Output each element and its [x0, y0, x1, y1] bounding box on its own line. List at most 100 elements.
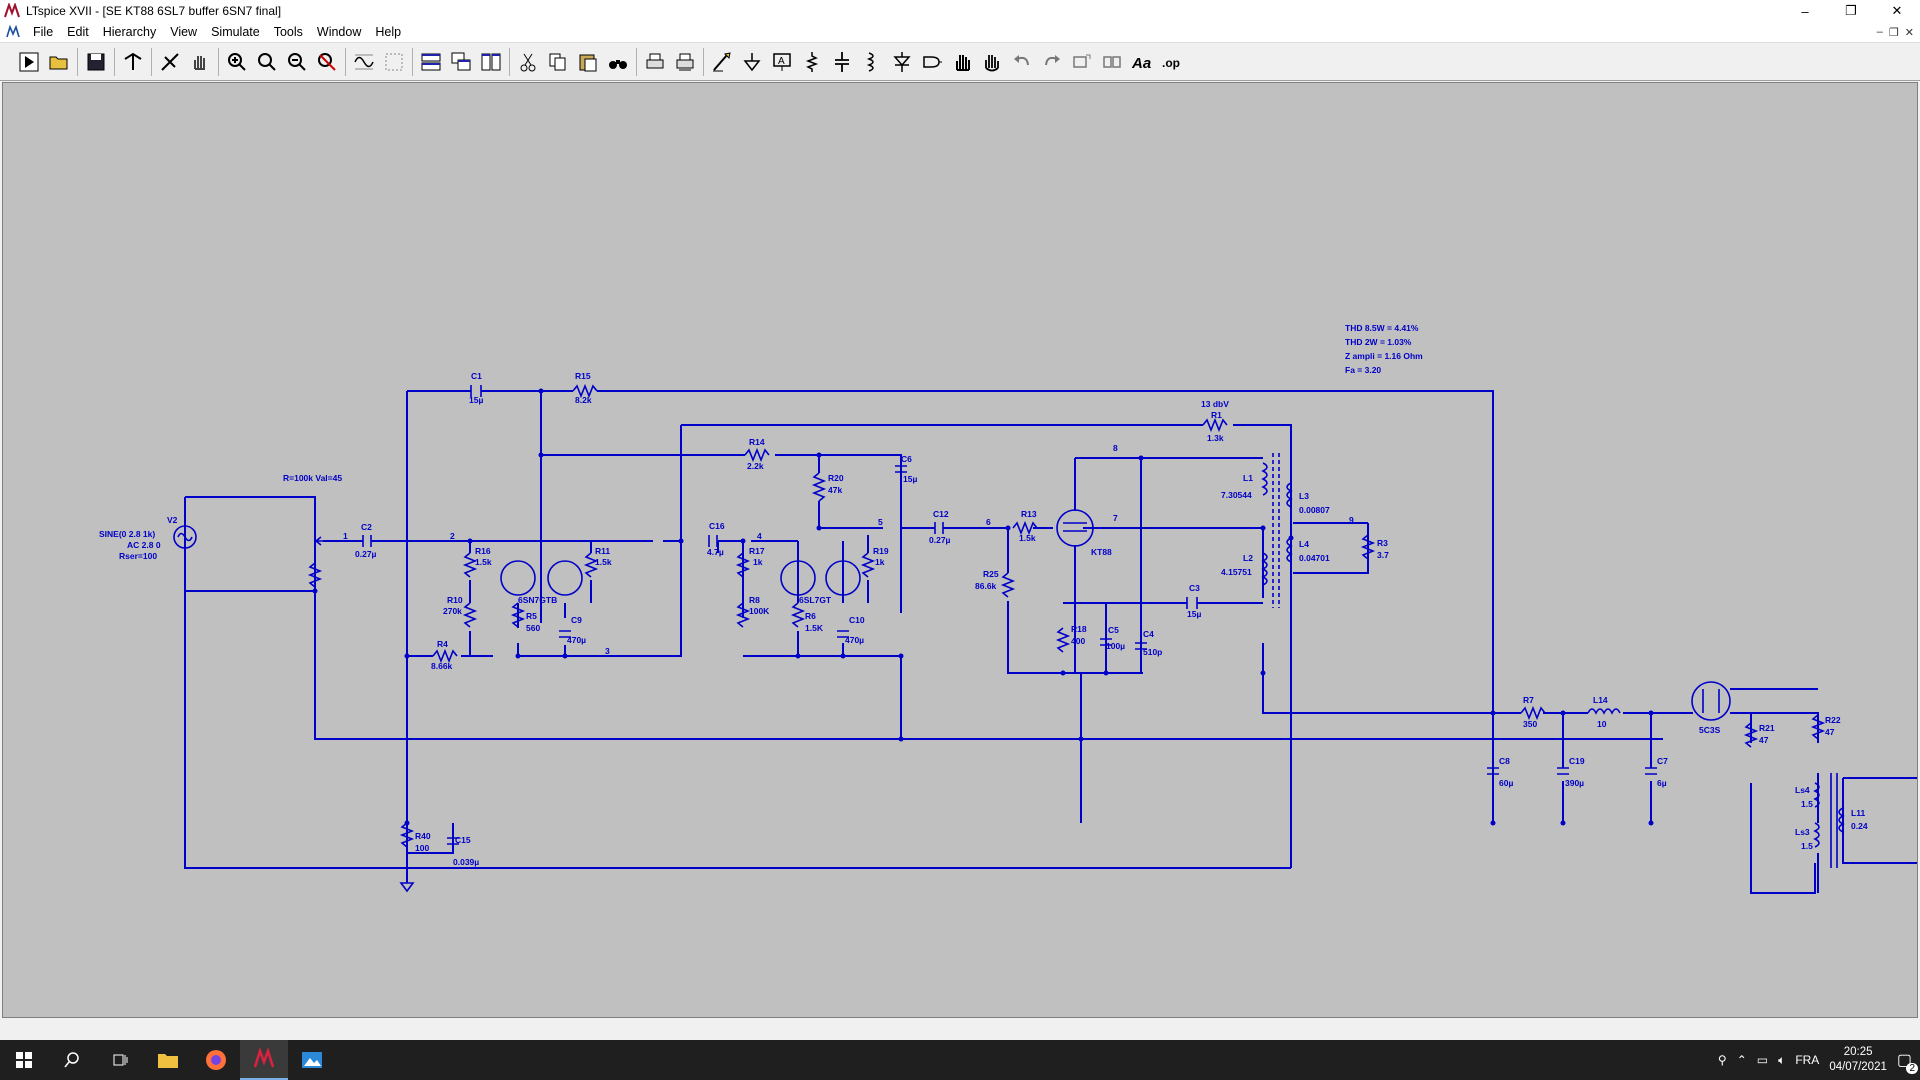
clock[interactable]: 20:25 04/07/2021 [1829, 1045, 1887, 1075]
svg-text:0.04701: 0.04701 [1299, 553, 1330, 563]
svg-text:R6: R6 [805, 611, 816, 621]
menu-simulate[interactable]: Simulate [204, 25, 267, 39]
language-indicator[interactable]: FRA [1795, 1053, 1819, 1067]
photos-button[interactable] [288, 1040, 336, 1080]
schematic-canvas[interactable]: THD 8.5W = 4.41% THD 2W = 1.03% Z ampli … [2, 82, 1918, 1018]
search-button[interactable] [48, 1040, 96, 1080]
svg-text:60µ: 60µ [1499, 778, 1513, 788]
svg-text:1.3k: 1.3k [1207, 433, 1224, 443]
network-icon[interactable]: ▭ [1757, 1053, 1768, 1067]
menu-help[interactable]: Help [368, 25, 408, 39]
svg-text:100K: 100K [749, 606, 770, 616]
svg-text:1.5K: 1.5K [805, 623, 824, 633]
svg-text:560: 560 [526, 623, 540, 633]
mirror-icon[interactable] [1097, 47, 1127, 77]
svg-text:R17: R17 [749, 546, 765, 556]
svg-text:1.5k: 1.5k [1019, 533, 1036, 543]
firefox-button[interactable] [192, 1040, 240, 1080]
menu-view[interactable]: View [163, 25, 204, 39]
capacitor-icon[interactable] [827, 47, 857, 77]
r10-resistor [462, 602, 478, 628]
cut-icon[interactable] [513, 47, 543, 77]
schematic-doc-icon[interactable] [6, 25, 20, 39]
svg-text:R3: R3 [1377, 538, 1388, 548]
schematic-drawing[interactable]: THD 8.5W = 4.41% THD 2W = 1.03% Z ampli … [3, 83, 1917, 1017]
maximize-button[interactable]: ❐ [1828, 0, 1874, 22]
copy-icon[interactable] [543, 47, 573, 77]
c19-capacitor [1557, 767, 1569, 775]
start-button[interactable] [0, 1040, 48, 1080]
doc-minimize-button[interactable]: – [1877, 26, 1883, 39]
resistor-icon[interactable] [797, 47, 827, 77]
result-fa: Fa = 3.20 [1345, 365, 1381, 375]
undo-icon[interactable] [1007, 47, 1037, 77]
label-net-icon[interactable]: A [767, 47, 797, 77]
print-preview-icon[interactable] [670, 47, 700, 77]
folder-icon [158, 1054, 178, 1068]
ltspice-taskbar-button[interactable] [240, 1040, 288, 1080]
tube4-label: 5C3S [1699, 725, 1721, 735]
rotate-icon[interactable] [1067, 47, 1097, 77]
svg-text:1.5k: 1.5k [595, 557, 612, 567]
waveform-icon[interactable] [349, 47, 379, 77]
svg-text:Ls3: Ls3 [1795, 827, 1810, 837]
svg-text:C3: C3 [1189, 583, 1200, 593]
wire-icon[interactable] [707, 47, 737, 77]
ltspice-logo-icon [4, 3, 20, 18]
tile-vertical-icon[interactable] [476, 47, 506, 77]
ground-icon[interactable] [737, 47, 767, 77]
cascade-icon[interactable] [446, 47, 476, 77]
svg-text:400: 400 [1071, 636, 1085, 646]
menu-file[interactable]: File [26, 25, 60, 39]
output-transformer-core [1830, 773, 1838, 868]
menu-tools[interactable]: Tools [267, 25, 310, 39]
menu-window[interactable]: Window [310, 25, 368, 39]
l1-inductor [1261, 462, 1268, 496]
control-panel-icon[interactable] [118, 47, 148, 77]
drag-icon[interactable] [977, 47, 1007, 77]
people-icon[interactable]: ⚲ [1718, 1053, 1727, 1067]
zoom-in-icon[interactable] [222, 47, 252, 77]
component-icon[interactable] [917, 47, 947, 77]
save-icon[interactable] [81, 47, 111, 77]
text-icon[interactable]: Aa [1127, 47, 1157, 77]
doc-restore-button[interactable]: ❐ [1889, 26, 1899, 39]
redo-icon[interactable] [1037, 47, 1067, 77]
task-view-button[interactable] [96, 1040, 144, 1080]
menu-edit[interactable]: Edit [60, 25, 96, 39]
tile-horizontal-icon[interactable] [416, 47, 446, 77]
close-button[interactable]: ✕ [1874, 0, 1920, 22]
autorange-icon[interactable] [379, 47, 409, 77]
svg-text:15µ: 15µ [1187, 609, 1201, 619]
svg-text:1.5k: 1.5k [475, 557, 492, 567]
paste-icon[interactable] [573, 47, 603, 77]
c16-capacitor [708, 535, 718, 547]
svg-text:C7: C7 [1657, 756, 1668, 766]
chevron-up-icon[interactable]: ⌃ [1737, 1053, 1747, 1067]
svg-text:1: 1 [343, 531, 348, 541]
zoom-cancel-icon[interactable] [312, 47, 342, 77]
volume-icon[interactable]: 🔈︎ [1778, 1053, 1785, 1068]
spice-directive-icon[interactable]: .op [1157, 47, 1187, 77]
svg-text:R1: R1 [1211, 410, 1222, 420]
zoom-out-icon[interactable] [282, 47, 312, 77]
file-explorer-button[interactable] [144, 1040, 192, 1080]
move-icon[interactable] [947, 47, 977, 77]
minimize-button[interactable]: – [1782, 0, 1828, 22]
print-icon[interactable] [640, 47, 670, 77]
diode-icon[interactable] [887, 47, 917, 77]
doc-close-button[interactable]: ✕ [1905, 26, 1914, 39]
halt-icon[interactable] [155, 47, 185, 77]
inductor-icon[interactable] [857, 47, 887, 77]
menu-hierarchy[interactable]: Hierarchy [96, 25, 164, 39]
pan-icon[interactable] [185, 47, 215, 77]
svg-text:R16: R16 [475, 546, 491, 556]
svg-text:270k: 270k [443, 606, 462, 616]
notification-center-button[interactable]: ▢ 2 [1897, 1050, 1918, 1074]
open-icon[interactable] [44, 47, 74, 77]
task-view-icon [113, 1054, 128, 1066]
find-icon[interactable] [603, 47, 633, 77]
svg-text:470µ: 470µ [567, 635, 586, 645]
zoom-box-icon[interactable] [252, 47, 282, 77]
run-icon[interactable] [14, 47, 44, 77]
